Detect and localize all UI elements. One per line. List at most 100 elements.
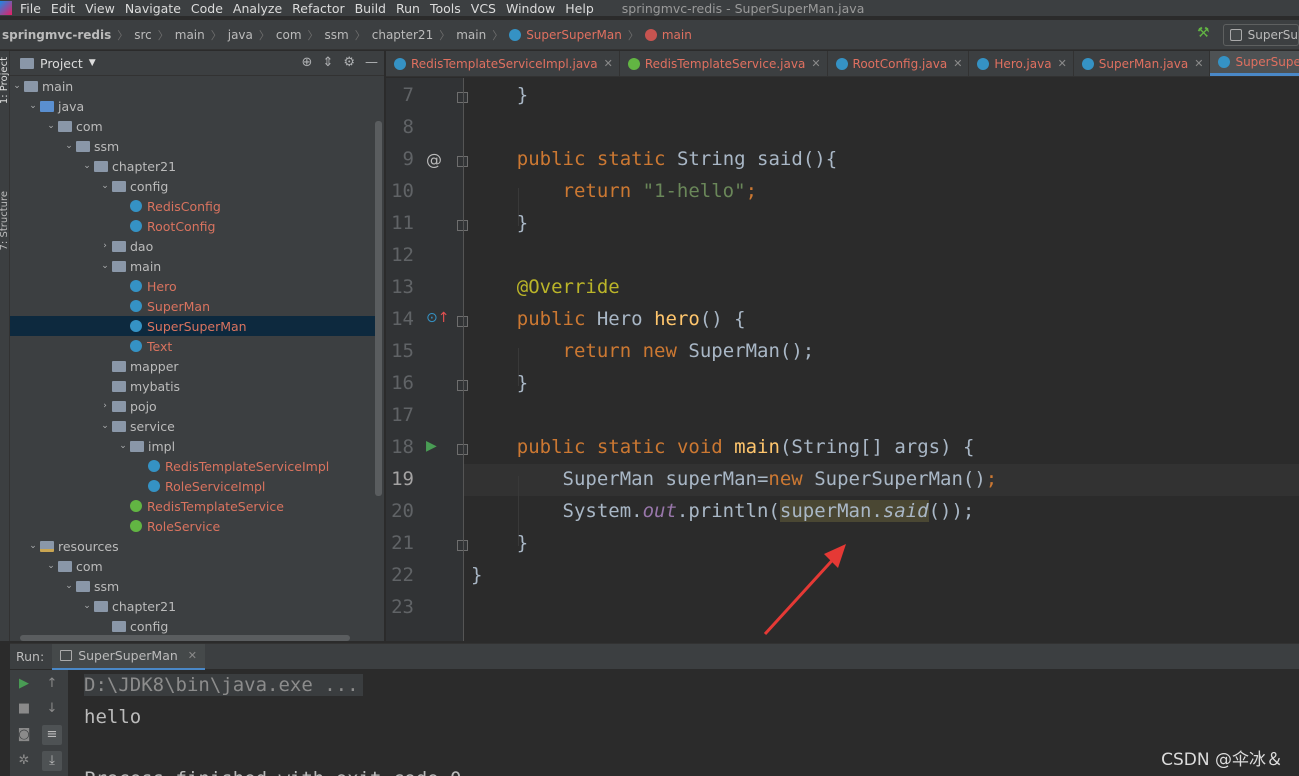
menu-refactor[interactable]: Refactor [292,1,344,16]
run-configuration-selector[interactable]: SuperSu [1223,24,1299,46]
expand-arrow-icon[interactable]: ⌄ [80,601,94,611]
breadcrumb-chapter21[interactable]: chapter21 [372,28,433,42]
close-icon[interactable]: ✕ [604,57,613,70]
editor-tab[interactable]: RedisTemplateServiceImpl.java ✕ [386,51,620,76]
scroll-to-end-icon[interactable]: ⤓ [42,751,62,771]
tree-item-java[interactable]: ⌄ java [10,96,375,116]
breadcrumb-java[interactable]: java [228,28,253,42]
collapse-arrow-icon[interactable]: › [98,241,112,251]
tree-item-chapter21[interactable]: ⌄ chapter21 [10,596,375,616]
project-tool-button[interactable]: 1: Project [0,57,10,104]
expand-arrow-icon[interactable]: ⌄ [26,541,40,551]
rerun-icon[interactable]: ▶ [14,674,34,694]
project-view-selector[interactable]: Project [40,56,83,71]
camera-icon[interactable]: ◙ [14,725,34,745]
stop-icon[interactable]: ■ [14,699,34,719]
settings-icon[interactable]: ✲ [14,751,34,771]
build-hammer-icon[interactable]: ⚒ [1197,26,1211,40]
breadcrumb-main[interactable]: main [175,28,205,42]
structure-tool-button[interactable]: 7: Structure [0,191,10,250]
tree-vertical-scrollbar[interactable] [375,121,382,496]
hide-panel-icon[interactable]: — [365,55,378,70]
expand-arrow-icon[interactable]: ⌄ [98,261,112,271]
editor-tab[interactable]: SuperSuper [1210,51,1299,76]
menu-navigate[interactable]: Navigate [125,1,181,16]
close-icon[interactable]: ✕ [953,57,962,70]
scroll-up-icon[interactable]: ↑ [42,674,62,694]
menu-code[interactable]: Code [191,1,223,16]
expand-arrow-icon[interactable]: ⌄ [62,581,76,591]
expand-arrow-icon[interactable]: ⌄ [44,561,58,571]
breadcrumb-src[interactable]: src [134,28,152,42]
tree-item-text[interactable]: Text [10,336,375,356]
expand-arrow-icon[interactable]: ⌄ [62,141,76,151]
expand-arrow-icon[interactable]: ⌄ [80,161,94,171]
tree-item-chapter21[interactable]: ⌄ chapter21 [10,156,375,176]
editor-tab[interactable]: RootConfig.java ✕ [828,51,970,76]
close-icon[interactable]: ✕ [1058,57,1067,70]
console-output[interactable]: D:\JDK8\bin\java.exe ... hello Process f… [68,670,1299,776]
tree-item-mapper[interactable]: mapper [10,356,375,376]
menu-file[interactable]: File [20,1,41,16]
tree-item-com[interactable]: ⌄ com [10,556,375,576]
tree-item-superman[interactable]: SuperMan [10,296,375,316]
soft-wrap-icon[interactable]: ≡ [42,725,62,745]
collapse-all-icon[interactable]: ⇕ [322,55,333,70]
breadcrumb-main-package[interactable]: main [456,28,486,42]
breadcrumb-project[interactable]: springmvc-redis [0,28,111,42]
breadcrumb-method[interactable]: main [644,28,692,42]
menu-build[interactable]: Build [355,1,386,16]
breadcrumb-com[interactable]: com [276,28,302,42]
tree-item-redistemplateservice[interactable]: RedisTemplateService [10,496,375,516]
tree-item-service[interactable]: ⌄ service [10,416,375,436]
locate-file-icon[interactable]: ⊕ [302,55,313,70]
run-gutter-icon[interactable]: ▶ [426,438,437,454]
implements-marker-icon[interactable]: @ [426,150,442,169]
console-command-line[interactable]: D:\JDK8\bin\java.exe ... [84,674,363,696]
tree-item-main[interactable]: ⌄ main [10,76,375,96]
override-marker-icon[interactable]: ⊙↑ [426,310,449,326]
close-icon[interactable]: ✕ [811,57,820,70]
close-icon[interactable]: ✕ [1194,57,1203,70]
tree-item-dao[interactable]: › dao [10,236,375,256]
expand-arrow-icon[interactable]: ⌄ [10,81,24,91]
tree-item-impl[interactable]: ⌄ impl [10,436,375,456]
expand-arrow-icon[interactable]: ⌄ [98,181,112,191]
tree-item-hero[interactable]: Hero [10,276,375,296]
tree-item-roleserviceimpl[interactable]: RoleServiceImpl [10,476,375,496]
expand-arrow-icon[interactable]: ⌄ [98,421,112,431]
tree-item-resources[interactable]: ⌄ resources [10,536,375,556]
close-icon[interactable]: ✕ [188,649,197,662]
tree-item-com[interactable]: ⌄ com [10,116,375,136]
expand-arrow-icon[interactable]: ⌄ [44,121,58,131]
tree-item-main[interactable]: ⌄ main [10,256,375,276]
tree-item-redisconfig[interactable]: RedisConfig [10,196,375,216]
menu-window[interactable]: Window [506,1,555,16]
breadcrumb-ssm[interactable]: ssm [325,28,349,42]
tree-item-redistemplateserviceimpl[interactable]: RedisTemplateServiceImpl [10,456,375,476]
editor-tab[interactable]: RedisTemplateService.java ✕ [620,51,828,76]
menu-edit[interactable]: Edit [51,1,75,16]
menu-analyze[interactable]: Analyze [233,1,282,16]
tree-item-mybatis[interactable]: mybatis [10,376,375,396]
editor-tab[interactable]: Hero.java ✕ [969,51,1074,76]
tree-item-ssm[interactable]: ⌄ ssm [10,136,375,156]
breadcrumb-class[interactable]: SuperSuperMan [509,28,622,42]
menu-vcs[interactable]: VCS [471,1,496,16]
tree-item-roleservice[interactable]: RoleService [10,516,375,536]
menu-run[interactable]: Run [396,1,420,16]
tree-item-supersuperman[interactable]: SuperSuperMan [10,316,375,336]
run-tab[interactable]: SuperSuperMan ✕ [52,643,206,670]
tree-horizontal-scrollbar[interactable] [20,635,350,641]
tree-item-config[interactable]: ⌄ config [10,176,375,196]
tree-item-config[interactable]: config [10,616,375,636]
editor-tab[interactable]: SuperMan.java ✕ [1074,51,1211,76]
dropdown-caret-icon[interactable]: ▼ [89,58,96,68]
menu-view[interactable]: View [85,1,115,16]
collapse-arrow-icon[interactable]: › [98,401,112,411]
expand-arrow-icon[interactable]: ⌄ [116,441,130,451]
scroll-down-icon[interactable]: ↓ [42,699,62,719]
expand-arrow-icon[interactable]: ⌄ [26,101,40,111]
menu-tools[interactable]: Tools [430,1,461,16]
gear-icon[interactable]: ⚙ [343,55,355,70]
